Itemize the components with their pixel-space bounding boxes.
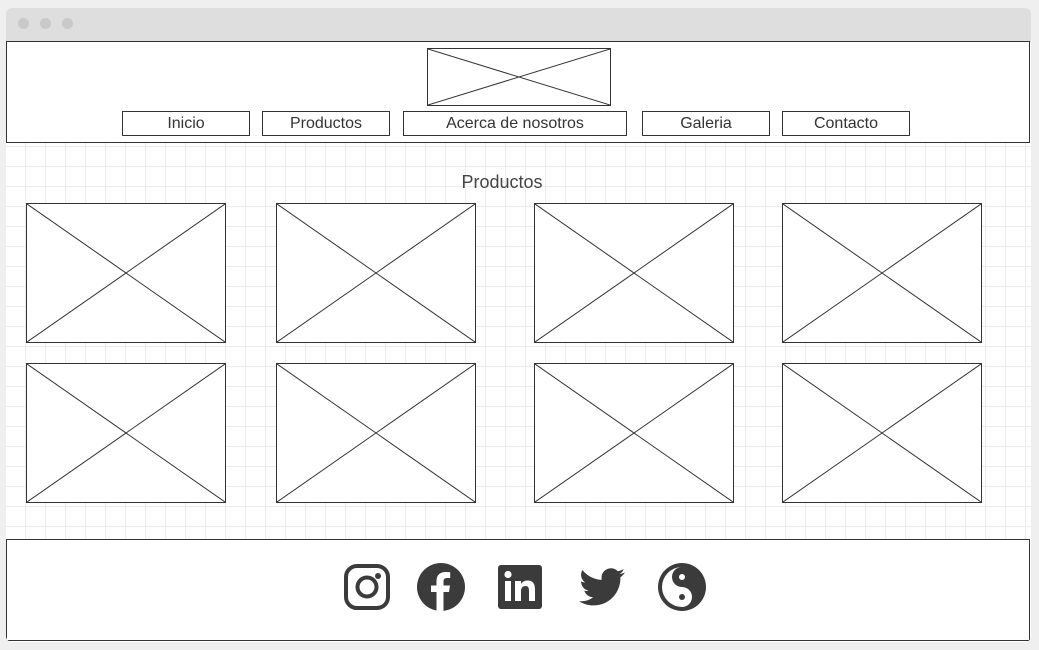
image-placeholder-icon <box>535 204 733 342</box>
products-section: Productos <box>6 143 1031 539</box>
nav-productos-button[interactable]: Productos <box>262 111 390 136</box>
product-card[interactable] <box>534 363 734 503</box>
image-placeholder-icon <box>783 364 981 502</box>
logo-placeholder-icon <box>427 48 611 106</box>
twitter-icon[interactable] <box>577 562 627 612</box>
linkedin-icon[interactable] <box>495 562 545 612</box>
nav-contacto-button[interactable]: Contacto <box>782 111 910 136</box>
product-card[interactable] <box>26 203 226 343</box>
facebook-icon[interactable] <box>416 562 466 612</box>
product-card[interactable] <box>782 203 982 343</box>
image-placeholder-icon <box>535 364 733 502</box>
nav-galeria-button[interactable]: Galeria <box>642 111 770 136</box>
product-card[interactable] <box>26 363 226 503</box>
browser-window: Inicio Productos Acerca de nosotros Gale… <box>6 8 1031 642</box>
image-placeholder-icon <box>783 204 981 342</box>
window-control-dot[interactable] <box>18 18 29 29</box>
yin-yang-icon[interactable] <box>657 562 707 612</box>
image-placeholder-icon <box>27 204 225 342</box>
product-card[interactable] <box>782 363 982 503</box>
site-footer <box>6 539 1030 641</box>
instagram-icon[interactable] <box>342 562 392 612</box>
window-control-dot[interactable] <box>62 18 73 29</box>
nav-acerca-button[interactable]: Acerca de nosotros <box>403 111 627 136</box>
nav-inicio-button[interactable]: Inicio <box>122 111 250 136</box>
image-placeholder-icon <box>277 204 475 342</box>
window-control-dot[interactable] <box>40 18 51 29</box>
window-titlebar <box>6 8 1031 42</box>
image-placeholder-icon <box>27 364 225 502</box>
product-card[interactable] <box>276 363 476 503</box>
product-card[interactable] <box>276 203 476 343</box>
product-card[interactable] <box>534 203 734 343</box>
image-placeholder-icon <box>277 364 475 502</box>
section-title: Productos <box>461 172 543 192</box>
site-header: Inicio Productos Acerca de nosotros Gale… <box>6 41 1030 143</box>
